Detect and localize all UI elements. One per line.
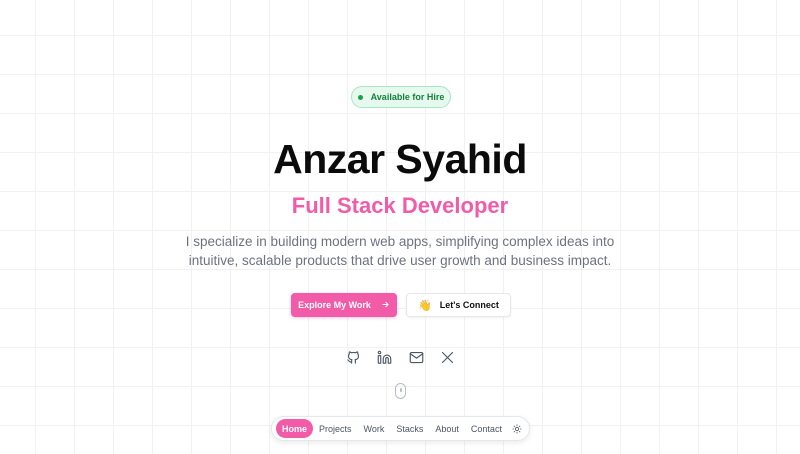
sun-icon[interactable] [510,419,525,438]
arrow-right-icon [381,300,390,311]
linkedin-icon[interactable] [376,348,394,366]
nav-item-stacks[interactable]: Stacks [390,419,429,438]
scroll-mouse-icon [395,383,406,399]
x-icon[interactable] [439,348,457,366]
mail-icon[interactable] [407,348,425,366]
explore-work-label: Explore My Work [298,300,371,310]
lets-connect-label: Let's Connect [439,300,499,310]
nav-item-contact[interactable]: Contact [465,419,508,438]
status-dot-icon [357,94,363,100]
nav-item-projects[interactable]: Projects [313,419,358,438]
github-icon[interactable] [344,348,362,366]
explore-work-button[interactable]: Explore My Work [291,293,397,317]
waving-hand-icon: 👋 [418,299,432,312]
nav-item-about[interactable]: About [429,419,465,438]
lets-connect-button[interactable]: 👋 Let's Connect [406,293,511,317]
badge-label: Available for Hire [370,92,445,102]
social-links [344,348,457,366]
bottom-nav-bar: Home Projects Work Stacks About Contact [271,416,530,441]
hero-name: Anzar Syahid [273,136,527,182]
nav-item-work[interactable]: Work [358,419,391,438]
hero-section: Available for Hire Anzar Syahid Full Sta… [0,0,800,454]
hero-role: Full Stack Developer [291,193,509,218]
nav-item-home[interactable]: Home [276,419,314,438]
hero-description: I specialize in building modern web apps… [185,234,615,268]
mouse-wheel [400,388,402,392]
availability-badge: Available for Hire [351,86,451,108]
